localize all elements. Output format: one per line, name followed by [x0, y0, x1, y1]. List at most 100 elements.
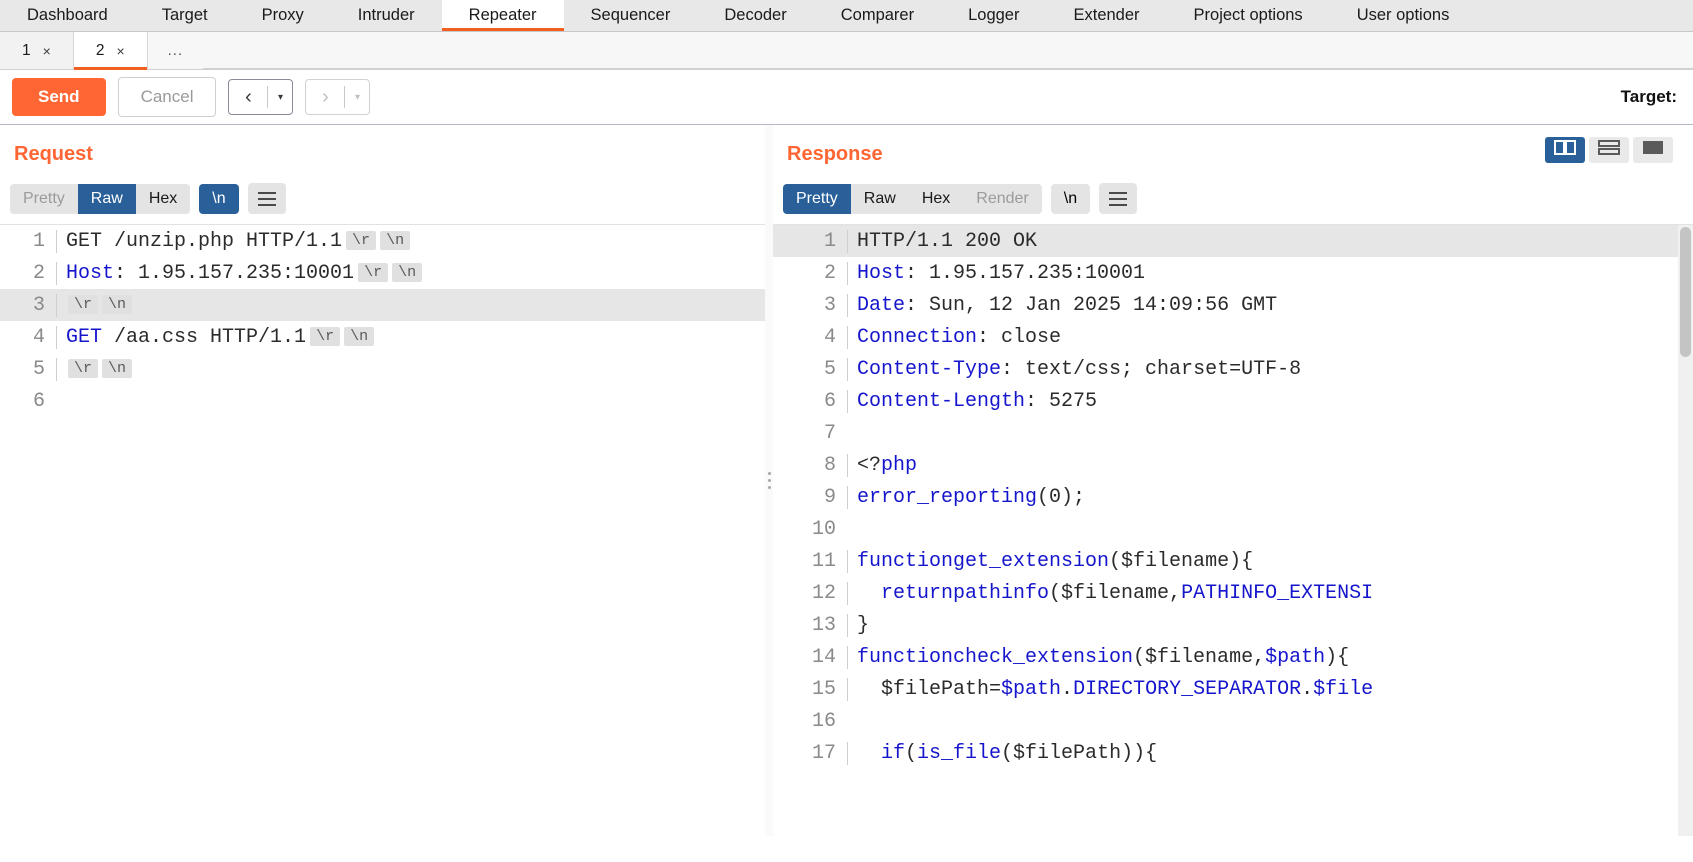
repeater-tab-overflow-button[interactable]: ... — [148, 32, 204, 69]
response-code-line[interactable]: 10 — [773, 513, 1693, 545]
request-code-line[interactable]: 2 Host: 1.95.157.235:10001 \r \n — [0, 257, 765, 289]
single-pane-view-button[interactable] — [1633, 137, 1673, 163]
request-code-text[interactable]: GET /aa.css HTTP/1.1 \r \n — [56, 325, 765, 349]
response-code-text[interactable]: functionget_extension($filename){ — [847, 549, 1693, 573]
response-tab-render[interactable]: Render — [963, 184, 1041, 214]
cancel-button[interactable]: Cancel — [117, 77, 217, 117]
response-code-line[interactable]: 14 functioncheck_extension($filename,$pat… — [773, 641, 1693, 673]
response-code-text[interactable]: functioncheck_extension($filename,$path)… — [847, 645, 1693, 669]
response-code-line[interactable]: 15 $filePath=$path.DIRECTORY_SEPARATOR.$… — [773, 673, 1693, 705]
response-code-text[interactable]: <?php — [847, 453, 1693, 477]
response-code-text[interactable]: Host: 1.95.157.235:10001 — [847, 261, 1693, 285]
module-tab-label: Logger — [968, 6, 1020, 24]
response-code-line[interactable]: 7 — [773, 417, 1693, 449]
split-horizontal-view-button[interactable] — [1589, 137, 1629, 163]
response-code-line[interactable]: 2 Host: 1.95.157.235:10001 — [773, 257, 1693, 289]
response-code-line[interactable]: 16 — [773, 705, 1693, 737]
response-code-line[interactable]: 11 functionget_extension($filename){ — [773, 545, 1693, 577]
request-code-line[interactable]: 6 — [0, 385, 765, 417]
history-forward-group[interactable]: › ▾ — [305, 79, 371, 115]
module-tab-user-options[interactable]: User options — [1330, 0, 1477, 31]
response-code-text[interactable]: Date: Sun, 12 Jan 2025 14:09:56 GMT — [847, 293, 1693, 317]
code-token: $file — [1313, 677, 1374, 701]
response-vertical-scrollbar[interactable] — [1678, 225, 1693, 836]
line-feed-marker: \n — [344, 326, 375, 346]
request-code-area[interactable]: 1 GET /unzip.php HTTP/1.1 \r \n 2 Host: 1.95.… — [0, 225, 765, 836]
request-hamburger-icon[interactable] — [247, 183, 286, 214]
request-newline-toggle[interactable]: \n — [199, 183, 239, 214]
send-button[interactable]: Send — [12, 78, 106, 116]
response-code-text[interactable]: error_reporting(0); — [847, 485, 1693, 509]
response-code-text[interactable]: Connection: close — [847, 325, 1693, 349]
response-tab-hex[interactable]: Hex — [909, 184, 963, 214]
response-code-line[interactable]: 8 <?php — [773, 449, 1693, 481]
module-tab-target[interactable]: Target — [135, 0, 235, 31]
response-editor[interactable]: 1 HTTP/1.1 200 OK 2 Host: 1.95.157.235:1000… — [773, 224, 1693, 836]
request-tab-pretty[interactable]: Pretty — [10, 184, 78, 214]
module-tab-dashboard[interactable]: Dashboard — [0, 0, 135, 31]
code-token: DIRECTORY_SEPARATOR — [1073, 677, 1302, 701]
carriage-return-marker: \r — [310, 326, 341, 346]
request-panel-title: Request — [14, 143, 93, 165]
split-vertical-view-button[interactable] — [1545, 137, 1585, 163]
module-tab-sequencer[interactable]: Sequencer — [564, 0, 698, 31]
response-code-text[interactable]: $filePath=$path.DIRECTORY_SEPARATOR.$fil… — [847, 677, 1693, 701]
response-code-line[interactable]: 1 HTTP/1.1 200 OK — [773, 225, 1693, 257]
response-tab-raw[interactable]: Raw — [851, 184, 909, 214]
line-number: 3 — [823, 293, 836, 317]
response-code-text[interactable]: HTTP/1.1 200 OK — [847, 229, 1693, 253]
scrollbar-thumb[interactable] — [1680, 227, 1691, 357]
request-code-line[interactable]: 4 GET /aa.css HTTP/1.1 \r \n — [0, 321, 765, 353]
split-vertical-view-icon — [1554, 140, 1576, 160]
response-code-text[interactable]: } — [847, 613, 1693, 637]
line-number: 2 — [823, 261, 836, 285]
response-code-text[interactable]: Content-Type: text/css; charset=UTF-8 — [847, 357, 1693, 381]
module-tab-logger[interactable]: Logger — [941, 0, 1046, 31]
response-code-line[interactable]: 3 Date: Sun, 12 Jan 2025 14:09:56 GMT — [773, 289, 1693, 321]
close-icon[interactable]: × — [43, 43, 51, 59]
module-tab-decoder[interactable]: Decoder — [697, 0, 813, 31]
response-code-line[interactable]: 17 if(is_file($filePath)){ — [773, 737, 1693, 769]
response-code-line[interactable]: 4 Connection: close — [773, 321, 1693, 353]
request-code-text[interactable]: GET /unzip.php HTTP/1.1 \r \n — [56, 229, 765, 253]
request-code-text[interactable]: \r \n — [56, 357, 765, 381]
module-tab-repeater[interactable]: Repeater — [441, 0, 564, 31]
repeater-tab-2[interactable]: 2 × — [73, 32, 148, 70]
response-code-area[interactable]: 1 HTTP/1.1 200 OK 2 Host: 1.95.157.235:1000… — [773, 225, 1693, 836]
history-back-chevron-down-icon[interactable]: ▾ — [268, 80, 292, 114]
request-code-text[interactable]: \r \n — [56, 293, 765, 317]
request-code-line[interactable]: 1 GET /unzip.php HTTP/1.1 \r \n — [0, 225, 765, 257]
response-hamburger-icon[interactable] — [1099, 183, 1138, 214]
history-forward-chevron-down-icon[interactable]: ▾ — [345, 80, 369, 114]
response-code-line[interactable]: 13} — [773, 609, 1693, 641]
module-tab-project-options[interactable]: Project options — [1167, 0, 1330, 31]
module-tab-extender[interactable]: Extender — [1046, 0, 1166, 31]
panel-resize-handle[interactable] — [765, 125, 773, 836]
request-code-line[interactable]: 3 \r \n — [0, 289, 765, 321]
code-token: error_reporting — [857, 485, 1038, 509]
module-tab-intruder[interactable]: Intruder — [331, 0, 442, 31]
history-back-group[interactable]: ‹ ▾ — [228, 79, 294, 115]
response-code-text[interactable]: returnpathinfo($filename,PATHINFO_EXTENS… — [847, 581, 1693, 605]
response-code-line[interactable]: 6 Content-Length: 5275 — [773, 385, 1693, 417]
module-tab-comparer[interactable]: Comparer — [814, 0, 941, 31]
response-code-line[interactable]: 5 Content-Type: text/css; charset=UTF-8 — [773, 353, 1693, 385]
repeater-tab-1[interactable]: 1 × — [0, 32, 74, 69]
response-code-text[interactable]: if(is_file($filePath)){ — [847, 741, 1693, 765]
response-newline-toggle[interactable]: \n — [1050, 183, 1091, 214]
response-code-line[interactable]: 12 returnpathinfo($filename,PATHINFO_EXT… — [773, 577, 1693, 609]
request-editor[interactable]: 1 GET /unzip.php HTTP/1.1 \r \n 2 Host: 1.95.… — [0, 224, 765, 836]
carriage-return-marker: \r — [68, 294, 99, 314]
history-back-arrow-icon[interactable]: ‹ — [229, 80, 267, 114]
module-tab-proxy[interactable]: Proxy — [235, 0, 331, 31]
response-code-text[interactable]: Content-Length: 5275 — [847, 389, 1693, 413]
response-code-line[interactable]: 9 error_reporting(0); — [773, 481, 1693, 513]
request-code-text[interactable]: Host: 1.95.157.235:10001 \r \n — [56, 261, 765, 285]
close-icon[interactable]: × — [116, 43, 124, 59]
response-tab-pretty[interactable]: Pretty — [783, 183, 851, 214]
history-forward-arrow-icon[interactable]: › — [306, 80, 344, 114]
request-tab-hex[interactable]: Hex — [136, 184, 190, 214]
code-token: function — [857, 549, 954, 573]
request-code-line[interactable]: 5 \r \n — [0, 353, 765, 385]
request-tab-raw[interactable]: Raw — [77, 183, 136, 214]
